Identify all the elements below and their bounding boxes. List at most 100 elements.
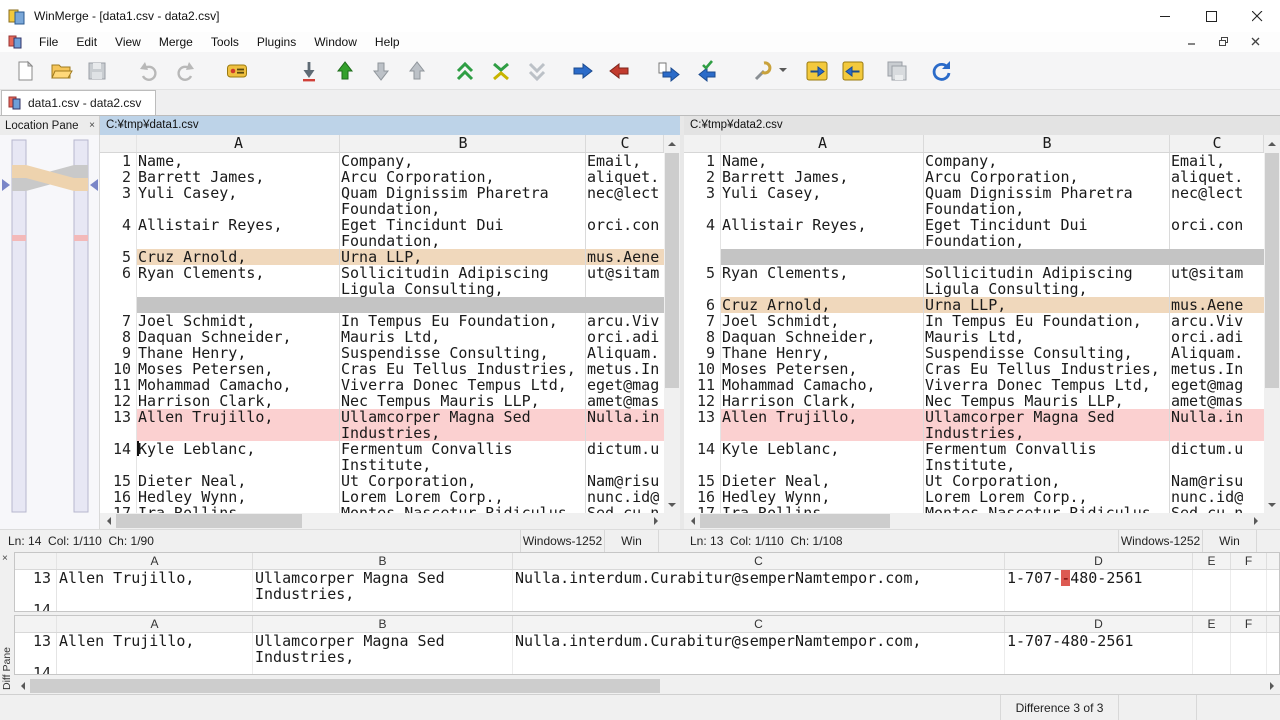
menu-help[interactable]: Help: [366, 33, 409, 51]
cell-c[interactable]: dictum.u: [1170, 441, 1264, 473]
editor-area-left[interactable]: 1 Name, Company, Email, 2 Barrett James, Arcu …: [100, 153, 664, 513]
cell-c[interactable]: Aliquam.: [1170, 345, 1264, 361]
cell-b[interactable]: Lorem Lorem Corp.,: [340, 489, 586, 505]
save-button[interactable]: [80, 55, 114, 87]
cell-b[interactable]: Sollicitudin Adipiscing Ligula Consulting…: [924, 265, 1170, 297]
editor-row[interactable]: 11 Mohammad Camacho, Viverra Donec Tempus …: [684, 377, 1264, 393]
cell-a[interactable]: Kyle Leblanc,: [721, 441, 924, 473]
next-conflict-button[interactable]: [520, 55, 554, 87]
editor-row[interactable]: 6 Cruz Arnold, Urna LLP, mus.Aene: [684, 297, 1264, 313]
editor-row[interactable]: 2 Barrett James, Arcu Corporation, aliquet.: [684, 169, 1264, 185]
editor-row[interactable]: 4 Allistair Reyes, Eget Tincidunt Dui Found…: [100, 217, 664, 249]
cell-c[interactable]: metus.In: [1170, 361, 1264, 377]
cell-d[interactable]: [1005, 602, 1193, 611]
cell-a[interactable]: Dieter Neal,: [137, 473, 340, 489]
cell-a[interactable]: Hedley Wynn,: [137, 489, 340, 505]
cell-c[interactable]: eget@mag: [586, 377, 664, 393]
cell-d[interactable]: 1-707--480-2561: [1005, 570, 1193, 602]
cell-b[interactable]: Cras Eu Tellus Industries,: [340, 361, 586, 377]
cell-b[interactable]: [253, 665, 513, 674]
cell-c[interactable]: eget@mag: [1170, 377, 1264, 393]
editor-row[interactable]: 11 Mohammad Camacho, Viverra Donec Tempus …: [100, 377, 664, 393]
cell-a[interactable]: Thane Henry,: [137, 345, 340, 361]
cell-b[interactable]: Quam Dignissim Pharetra Foundation,: [340, 185, 586, 217]
cell-a[interactable]: Ryan Clements,: [721, 265, 924, 297]
cell-a[interactable]: Moses Petersen,: [137, 361, 340, 377]
cell-a[interactable]: Dieter Neal,: [721, 473, 924, 489]
cell-c[interactable]: Nulla.interdum.Curabitur@semperNamtempor…: [513, 633, 1005, 665]
diff-rows-bottom[interactable]: 13 Allen Trujillo, Ullamcorper Magna Sed In…: [15, 633, 1279, 674]
editor-row[interactable]: 3 Yuli Casey, Quam Dignissim Pharetra Found…: [100, 185, 664, 217]
cell-c[interactable]: orci.adi: [586, 329, 664, 345]
cell-b[interactable]: Arcu Corporation,: [924, 169, 1170, 185]
copy-right-advance-button[interactable]: [652, 55, 686, 87]
editor-row[interactable]: 7 Joel Schmidt, In Tempus Eu Foundation, ar…: [100, 313, 664, 329]
scroll-thumb[interactable]: [700, 514, 890, 528]
menu-plugins[interactable]: Plugins: [248, 33, 305, 51]
last-diff-button[interactable]: [400, 55, 434, 87]
cell-c[interactable]: Nulla.in: [586, 409, 664, 441]
file1-path-header[interactable]: C:¥tmp¥data1.csv: [100, 116, 680, 135]
cell-c[interactable]: Sed.cu.n: [586, 505, 664, 513]
scroll-thumb[interactable]: [665, 153, 679, 388]
editor-row[interactable]: 15 Dieter Neal, Ut Corporation, Nam@risu: [100, 473, 664, 489]
cell-b[interactable]: Ut Corporation,: [924, 473, 1170, 489]
cell-a[interactable]: Allen Trujillo,: [57, 570, 253, 602]
cell-b[interactable]: Urna LLP,: [924, 297, 1170, 313]
cell-a[interactable]: Allen Trujillo,: [137, 409, 340, 441]
cell-c[interactable]: aliquet.: [586, 169, 664, 185]
h-scrollbar-right[interactable]: [684, 513, 1264, 529]
pane-splitter[interactable]: [680, 116, 684, 552]
cell-b[interactable]: Eget Tincidunt Dui Foundation,: [924, 217, 1170, 249]
cell-c[interactable]: aliquet.: [1170, 169, 1264, 185]
cell-c[interactable]: arcu.Viv: [1170, 313, 1264, 329]
scroll-right-arrow[interactable]: [648, 513, 664, 529]
goto-diff-button[interactable]: [292, 55, 326, 87]
scroll-thumb[interactable]: [1265, 153, 1279, 388]
cell-b[interactable]: Nec Tempus Mauris LLP,: [924, 393, 1170, 409]
cell-c[interactable]: [513, 602, 1005, 611]
cell-e[interactable]: [1193, 602, 1231, 611]
scroll-up-arrow[interactable]: [1264, 135, 1280, 151]
tab-data1-data2[interactable]: data1.csv - data2.csv: [1, 90, 157, 115]
scroll-down-arrow[interactable]: [664, 497, 680, 513]
cell-a[interactable]: Kyle Leblanc,: [137, 441, 340, 473]
refresh-button[interactable]: [924, 55, 958, 87]
cell-b[interactable]: Cras Eu Tellus Industries,: [924, 361, 1170, 377]
cell-b[interactable]: Nec Tempus Mauris LLP,: [340, 393, 586, 409]
editor-row[interactable]: 12 Harrison Clark, Nec Tempus Mauris LLP, a…: [684, 393, 1264, 409]
cell-b[interactable]: [253, 602, 513, 611]
cell-b[interactable]: Mauris Ltd,: [340, 329, 586, 345]
cell-c[interactable]: orci.con: [586, 217, 664, 249]
cell-a[interactable]: Allistair Reyes,: [137, 217, 340, 249]
close-button[interactable]: [1234, 0, 1280, 32]
plugins-button[interactable]: [746, 55, 792, 87]
cell-e[interactable]: [1193, 570, 1231, 602]
editor-row[interactable]: 5 Ryan Clements, Sollicitudin Adipiscing Li…: [684, 265, 1264, 297]
editor-row[interactable]: 9 Thane Henry, Suspendisse Consulting, Aliq…: [100, 345, 664, 361]
cell-a[interactable]: Name,: [721, 153, 924, 169]
cell-b[interactable]: Company,: [924, 153, 1170, 169]
editor-row[interactable]: 14 Kyle Leblanc, Fermentum Convallis Instit…: [100, 441, 664, 473]
cell-e[interactable]: [1193, 633, 1231, 665]
menu-edit[interactable]: Edit: [67, 33, 106, 51]
cell-b[interactable]: Ullamcorper Magna Sed Industries,: [340, 409, 586, 441]
cell-b[interactable]: Montes Nascetur Ridiculus: [924, 505, 1170, 513]
editor-row[interactable]: 3 Yuli Casey, Quam Dignissim Pharetra Found…: [684, 185, 1264, 217]
cell-c[interactable]: arcu.Viv: [586, 313, 664, 329]
menu-merge[interactable]: Merge: [150, 33, 202, 51]
maximize-button[interactable]: [1188, 0, 1234, 32]
skipped-lines-row[interactable]: [100, 297, 664, 313]
cell-b[interactable]: Arcu Corporation,: [340, 169, 586, 185]
cell-a[interactable]: Moses Petersen,: [721, 361, 924, 377]
scroll-thumb[interactable]: [30, 679, 660, 693]
prev-diff-button[interactable]: [328, 55, 362, 87]
cell-f[interactable]: [1231, 665, 1267, 674]
editor-row[interactable]: 1 Name, Company, Email,: [684, 153, 1264, 169]
file2-path-header[interactable]: C:¥tmp¥data2.csv: [684, 116, 1280, 135]
cell-f[interactable]: [1231, 633, 1267, 665]
cell-c[interactable]: nec@lect: [586, 185, 664, 217]
cell-a[interactable]: Yuli Casey,: [137, 185, 340, 217]
scroll-left-arrow[interactable]: [14, 678, 30, 694]
new-file-button[interactable]: [8, 55, 42, 87]
